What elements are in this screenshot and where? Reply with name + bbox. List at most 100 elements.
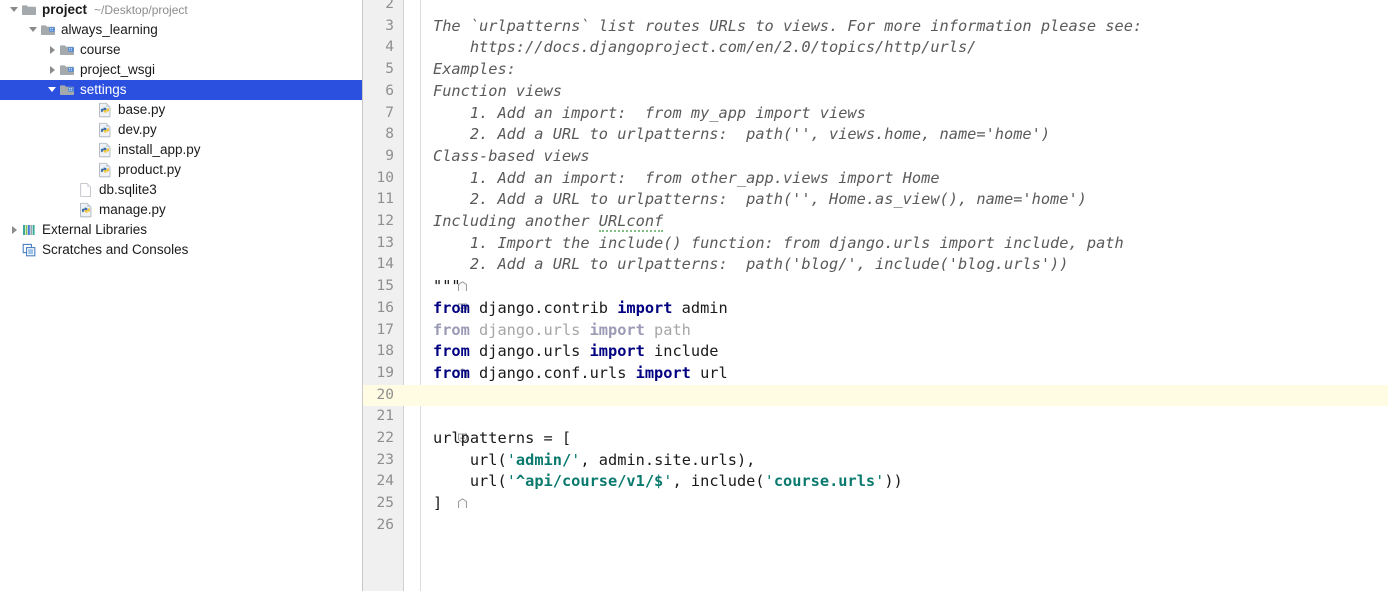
- line-number: 20: [376, 386, 394, 403]
- code-line[interactable]: 11 2. Add a URL to urlpatterns: path('',…: [363, 189, 1388, 211]
- tree-item-project[interactable]: project ~/Desktop/project: [0, 0, 362, 20]
- folder-icon: [21, 2, 37, 18]
- tree-item-label: base.py: [118, 102, 166, 117]
- code-line-text: Examples:: [433, 60, 516, 79]
- code-line[interactable]: 4 https://docs.djangoproject.com/en/2.0/…: [363, 37, 1388, 59]
- code-line-text: https://docs.djangoproject.com/en/2.0/to…: [433, 38, 977, 57]
- tree-item-base-py[interactable]: base.py: [0, 100, 362, 120]
- line-number: 8: [385, 126, 394, 143]
- code-line[interactable]: 21: [363, 406, 1388, 428]
- code-line-text: 1. Import the include() function: from d…: [433, 233, 1124, 252]
- code-line-text: """: [433, 277, 461, 296]
- expand-arrow-icon[interactable]: [46, 80, 59, 100]
- code-line-text: 2. Add a URL to urlpatterns: path('', Ho…: [433, 190, 1087, 209]
- code-line[interactable]: 25]: [363, 493, 1388, 515]
- tree-item-manage-py[interactable]: manage.py: [0, 200, 362, 220]
- tree-item-product-py[interactable]: product.py: [0, 160, 362, 180]
- code-line-text: 1. Add an import: from other_app.views i…: [433, 168, 940, 187]
- libraries-icon: [21, 222, 37, 238]
- line-number: 5: [385, 61, 394, 78]
- code-line-text: 1. Add an import: from my_app import vie…: [433, 103, 866, 122]
- line-number: 7: [385, 104, 394, 121]
- line-number: 17: [376, 321, 394, 338]
- code-line[interactable]: 2: [363, 0, 1388, 16]
- code-line[interactable]: 24 url('^api/course/v1/$', include('cour…: [363, 471, 1388, 493]
- line-number: 2: [385, 0, 394, 12]
- line-number: 13: [376, 234, 394, 251]
- line-number: 11: [376, 191, 394, 208]
- scratches-icon: [21, 242, 37, 258]
- tree-item-always-learning[interactable]: always_learning: [0, 20, 362, 40]
- expand-arrow-icon[interactable]: [46, 60, 59, 80]
- code-line[interactable]: 6 Function views: [363, 81, 1388, 103]
- code-line[interactable]: 16 from django.contrib import admin: [363, 298, 1388, 320]
- tree-item-dev-py[interactable]: dev.py: [0, 120, 362, 140]
- code-line[interactable]: 17 from django.urls import path: [363, 320, 1388, 342]
- code-line-text: Function views: [433, 81, 562, 100]
- code-line[interactable]: 20: [363, 384, 1388, 407]
- tree-item-path-hint: ~/Desktop/project: [94, 3, 188, 17]
- tree-item-label: install_app.py: [118, 142, 201, 157]
- code-line[interactable]: 19 from django.conf.urls import url: [363, 363, 1388, 385]
- expand-arrow-icon[interactable]: [8, 0, 21, 20]
- code-line[interactable]: 9 Class-based views: [363, 146, 1388, 168]
- line-number: 18: [376, 343, 394, 360]
- tree-item-scratches-and-consoles[interactable]: Scratches and Consoles: [0, 240, 362, 260]
- expand-arrow-icon[interactable]: [8, 220, 21, 240]
- tree-item-label: project: [42, 2, 88, 17]
- tree-item-db-sqlite3[interactable]: db.sqlite3: [0, 180, 362, 200]
- python-file-icon: [97, 142, 113, 158]
- tree-item-course[interactable]: course: [0, 40, 362, 60]
- code-line-text: from django.conf.urls import url: [433, 363, 728, 382]
- tree-item-label: product.py: [118, 162, 182, 177]
- module-folder-icon: [40, 22, 56, 38]
- tree-item-label: project_wsgi: [80, 62, 156, 77]
- code-line-text: from django.urls import path: [433, 320, 691, 339]
- code-line[interactable]: 18 from django.urls import include: [363, 341, 1388, 363]
- line-number: 26: [376, 516, 394, 533]
- code-line[interactable]: 7 1. Add an import: from my_app import v…: [363, 103, 1388, 125]
- line-number: 3: [385, 17, 394, 34]
- code-line-text: ]: [433, 494, 443, 513]
- line-number: 4: [385, 39, 394, 56]
- python-file-icon: [78, 202, 94, 218]
- code-line-text: The `urlpatterns` list routes URLs to vi…: [433, 16, 1143, 35]
- code-line[interactable]: 22 urlpatterns = [: [363, 428, 1388, 450]
- code-line[interactable]: 23 url('admin/', admin.site.urls),: [363, 450, 1388, 472]
- code-line[interactable]: 13 1. Import the include() function: fro…: [363, 233, 1388, 255]
- tree-item-project-wsgi[interactable]: project_wsgi: [0, 60, 362, 80]
- code-line-text: Class-based views: [433, 146, 590, 165]
- project-tree-panel[interactable]: project ~/Desktop/project always_learningc…: [0, 0, 363, 591]
- code-line[interactable]: 14 2. Add a URL to urlpatterns: path('bl…: [363, 254, 1388, 276]
- line-number: 6: [385, 82, 394, 99]
- python-file-icon: [97, 162, 113, 178]
- expand-arrow-icon[interactable]: [46, 40, 59, 60]
- code-line-text: from django.contrib import admin: [433, 298, 728, 317]
- line-number: 12: [376, 213, 394, 229]
- ide-window: project ~/Desktop/project always_learningc…: [0, 0, 1388, 591]
- code-line[interactable]: 26: [363, 515, 1388, 537]
- code-line[interactable]: 10 1. Add an import: from other_app.view…: [363, 168, 1388, 190]
- module-folder-icon: [59, 42, 75, 58]
- tree-item-external-libraries[interactable]: External Libraries: [0, 220, 362, 240]
- spellcheck-underline: URLconf: [598, 212, 664, 232]
- code-line[interactable]: 3 The `urlpatterns` list routes URLs to v…: [363, 16, 1388, 38]
- code-line[interactable]: 15 """: [363, 276, 1388, 298]
- tree-item-install-app-py[interactable]: install_app.py: [0, 140, 362, 160]
- tree-item-settings[interactable]: settings: [0, 80, 362, 100]
- code-line[interactable]: 5 Examples:: [363, 59, 1388, 81]
- code-line[interactable]: 12 Including another URLconf: [363, 211, 1388, 233]
- code-line[interactable]: 8 2. Add a URL to urlpatterns: path('', …: [363, 124, 1388, 146]
- expand-arrow-icon[interactable]: [27, 20, 40, 40]
- tree-item-label: course: [80, 42, 121, 57]
- python-file-icon: [97, 122, 113, 138]
- line-number: 9: [385, 147, 394, 164]
- code-editor[interactable]: 2 3 The `urlpatterns` list routes URLs to …: [363, 0, 1388, 591]
